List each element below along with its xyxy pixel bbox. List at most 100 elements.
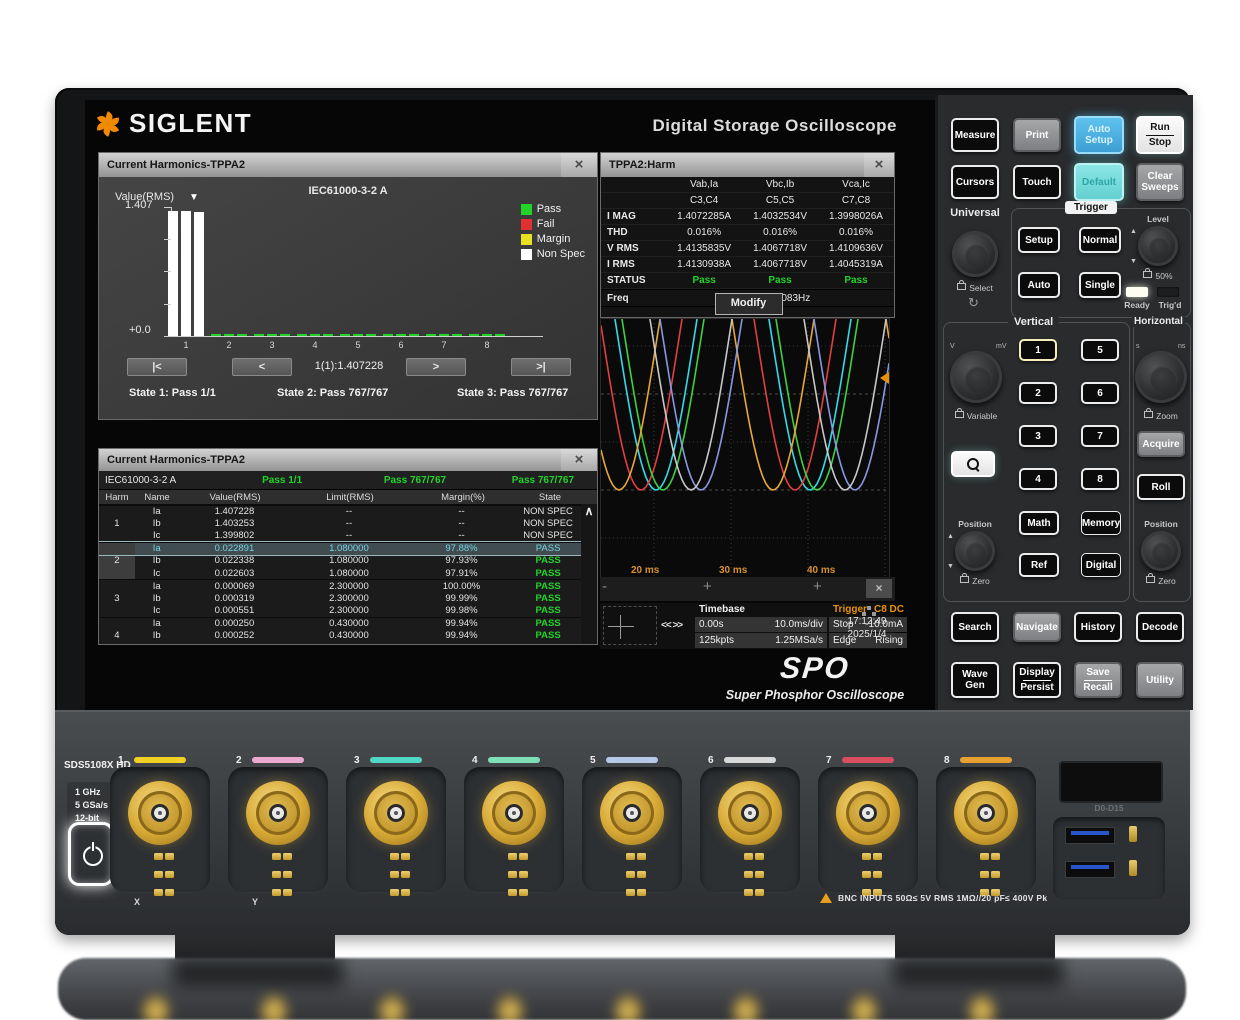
nav-last-button[interactable]: >| <box>511 358 571 376</box>
x-tick-label: 1 <box>176 340 196 350</box>
channel-8-button[interactable]: 8 <box>1081 468 1119 490</box>
table-row[interactable]: Ic0.0000320.43000099.99%PASS <box>99 642 581 644</box>
digital-button[interactable]: Digital <box>1081 553 1121 577</box>
display-persist-button[interactable]: Display Persist <box>1013 662 1061 698</box>
col-state: State <box>517 492 583 503</box>
universal-knob[interactable] <box>952 231 998 277</box>
vertical-position-knob[interactable] <box>955 531 995 571</box>
channel-color-strip <box>488 757 540 763</box>
trigger-position-icon[interactable] <box>880 372 889 384</box>
channel-number: 8 <box>944 755 950 766</box>
trigger-normal-button[interactable]: Normal <box>1079 227 1121 253</box>
harmonic-bar <box>254 334 264 336</box>
channel-2-button[interactable]: 2 <box>1019 382 1057 404</box>
history-button[interactable]: History <box>1074 612 1122 642</box>
channel-4-button[interactable]: 4 <box>1019 468 1057 490</box>
nav-next-button[interactable]: > <box>406 358 466 376</box>
default-button[interactable]: Default <box>1074 163 1124 201</box>
measure-button[interactable]: Measure <box>951 118 999 152</box>
waveform-thumbnail[interactable] <box>603 606 657 645</box>
memory-button[interactable]: Memory <box>1081 511 1121 535</box>
trigger-level-knob[interactable] <box>1138 226 1178 266</box>
nav-prev-button[interactable]: < <box>232 358 292 376</box>
window-title: Current Harmonics-TPPA2 <box>99 449 559 471</box>
channel-7-button[interactable]: 7 <box>1081 425 1119 447</box>
table-row[interactable]: Ic0.0005512.30000099.98%PASS <box>99 605 581 617</box>
nav-first-button[interactable]: |< <box>127 358 187 376</box>
channel-3-button[interactable]: 3 <box>1019 425 1057 447</box>
table-row[interactable]: Ic0.0226031.08000097.91%PASS <box>99 567 581 579</box>
usb-port <box>1065 827 1115 844</box>
roll-button[interactable]: Roll <box>1137 474 1185 500</box>
close-icon[interactable]: × <box>561 153 597 177</box>
trigger-single-button[interactable]: Single <box>1079 272 1121 298</box>
wave-gen-button[interactable]: Wave Gen <box>951 662 999 698</box>
power-icon <box>83 846 103 866</box>
channel-6-button[interactable]: 6 <box>1081 382 1119 404</box>
table-scrollbar[interactable]: ∧ <box>581 504 597 644</box>
channel-color-strip <box>370 757 422 763</box>
bnc-reflection <box>261 996 287 1020</box>
ref-button[interactable]: Ref <box>1019 553 1059 577</box>
touch-button[interactable]: Touch <box>1013 165 1061 199</box>
table-row[interactable]: 4Ib0.0002520.43000099.94%PASS <box>99 630 581 642</box>
legend-item: Margin <box>521 233 585 245</box>
decode-button[interactable]: Decode <box>1136 612 1184 642</box>
navigate-button[interactable]: Navigate <box>1013 612 1061 642</box>
bnc-recess <box>936 767 1036 893</box>
legend-swatch <box>521 249 532 260</box>
channel-5-button[interactable]: 5 <box>1081 339 1119 361</box>
close-icon[interactable]: × <box>866 579 892 598</box>
bnc-connector <box>954 781 1018 845</box>
harmonic-bar <box>439 334 449 336</box>
table-row[interactable]: Ia0.0002500.43000099.94%PASS <box>99 617 581 630</box>
waveform-display[interactable]: 20 ms 30 ms 40 ms <box>600 318 890 600</box>
vertical-scale-knob[interactable] <box>950 351 1002 403</box>
minus-marker: - <box>602 578 607 595</box>
zoom-search-button[interactable] <box>951 451 995 477</box>
horizontal-position-knob[interactable] <box>1141 531 1181 571</box>
table-row[interactable]: 3Ib0.0003192.30000099.99%PASS <box>99 592 581 604</box>
bnc-channel-3: 3 <box>346 755 446 907</box>
harmonic-bar <box>237 334 247 336</box>
table-row[interactable]: 1Ib1.403253----NON SPEC <box>99 517 581 529</box>
measure-row: STATUSPassPassPass <box>601 273 894 289</box>
pan-arrows[interactable]: << >> <box>661 620 682 631</box>
bnc-connector <box>482 781 546 845</box>
seconds-mark: s <box>1136 343 1140 350</box>
x-tick-label: 7 <box>434 340 454 350</box>
legend-swatch <box>521 219 532 230</box>
table-row[interactable]: Ia0.0228911.08000097.88%PASS <box>99 542 581 555</box>
table-row[interactable]: Ia0.0000692.300000100.00%PASS <box>99 579 581 592</box>
run-stop-button[interactable]: Run Stop <box>1136 116 1184 154</box>
table-row[interactable]: 2Ib0.0223381.08000097.93%PASS <box>99 555 581 567</box>
close-icon[interactable]: × <box>561 449 597 471</box>
search-button[interactable]: Search <box>951 612 999 642</box>
modify-button[interactable]: Modify <box>715 293 783 315</box>
save-recall-button[interactable]: Save Recall <box>1074 662 1122 698</box>
clear-sweeps-button[interactable]: Clear Sweeps <box>1136 163 1184 201</box>
trigger-auto-button[interactable]: Auto <box>1018 272 1060 298</box>
print-button[interactable]: Print <box>1013 118 1061 152</box>
channel-number: 3 <box>354 755 360 766</box>
clock-block: 17:12:49 2025/1/4 <box>840 603 895 649</box>
harm-measure-window: TPPA2:Harm × Vab,Ia Vbc,Ib Vca,Ic C3,C4 … <box>600 152 895 318</box>
scroll-up-icon[interactable]: ∧ <box>581 504 597 518</box>
table-row[interactable]: Ia1.407228----NON SPEC <box>99 504 581 517</box>
y-tick <box>164 336 171 337</box>
math-button[interactable]: Math <box>1019 511 1059 535</box>
cursors-button[interactable]: Cursors <box>951 165 999 199</box>
vertical-group-label: Vertical <box>1008 316 1059 328</box>
waveform-trace <box>601 319 889 490</box>
vertical-position-label: Position <box>950 519 1000 529</box>
acquire-button[interactable]: Acquire <box>1137 431 1185 457</box>
power-button[interactable] <box>68 822 114 886</box>
utility-button[interactable]: Utility <box>1136 662 1184 698</box>
channel-1-button[interactable]: 1 <box>1019 339 1057 361</box>
trigger-setup-button[interactable]: Setup <box>1018 227 1060 253</box>
close-icon[interactable]: × <box>864 153 894 177</box>
timebase-panel[interactable]: Timebase 0.00s 10.0ms/div 125kpts 1.25MS… <box>695 603 827 649</box>
table-row[interactable]: Ic1.399802----NON SPEC <box>99 529 581 541</box>
horizontal-scale-knob[interactable] <box>1135 351 1187 403</box>
auto-setup-button[interactable]: Auto Setup <box>1074 116 1124 154</box>
